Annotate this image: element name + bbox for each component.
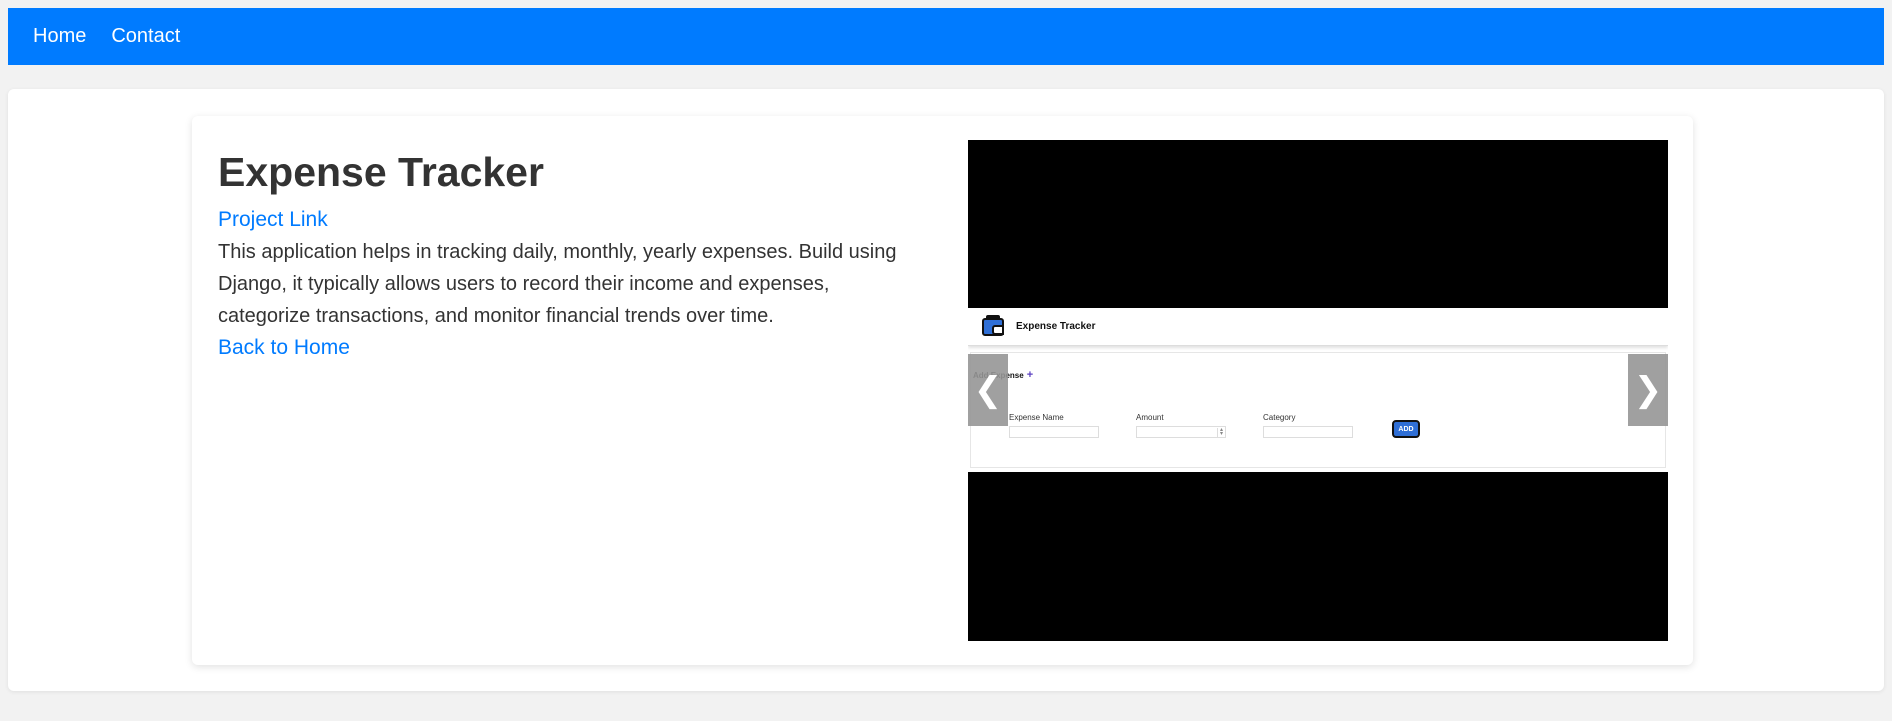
nav-link-contact[interactable]: Contact: [111, 25, 180, 48]
category-label: Category: [1263, 413, 1296, 422]
chevron-right-icon: ❯: [1633, 370, 1663, 410]
project-title: Expense Tracker: [218, 149, 544, 195]
app-title: Expense Tracker: [1016, 321, 1096, 332]
plus-icon: +: [1026, 369, 1034, 381]
carousel-slide-image: Expense Tracker Add Expense+ Expense Nam…: [968, 308, 1668, 472]
amount-label: Amount: [1136, 413, 1164, 422]
screenshot-carousel: Expense Tracker Add Expense+ Expense Nam…: [968, 140, 1668, 641]
add-expense-panel: Add Expense+ Expense Name Amount ▴▾ Cate…: [970, 352, 1666, 468]
chevron-left-icon: ❮: [973, 370, 1003, 410]
spinner-icon: ▴ ▾: [1217, 427, 1225, 437]
back-to-home-link[interactable]: Back to Home: [218, 332, 918, 364]
project-details: Expense Tracker Project Link This applic…: [218, 146, 918, 364]
app-header: Expense Tracker: [968, 308, 1668, 346]
expense-name-input: [1009, 426, 1099, 438]
category-input: [1263, 426, 1353, 438]
nav-link-home[interactable]: Home: [33, 25, 86, 48]
carousel-prev-button[interactable]: ❮: [968, 354, 1008, 426]
top-navbar: Home Contact: [8, 8, 1884, 65]
project-description: This application helps in tracking daily…: [218, 241, 897, 327]
add-button: ADD: [1392, 420, 1420, 438]
project-link[interactable]: Project Link: [218, 204, 918, 236]
expense-name-label: Expense Name: [1009, 413, 1064, 422]
wallet-icon: [982, 314, 1004, 336]
carousel-next-button[interactable]: ❯: [1628, 354, 1668, 426]
amount-input: ▴ ▾: [1136, 426, 1226, 438]
